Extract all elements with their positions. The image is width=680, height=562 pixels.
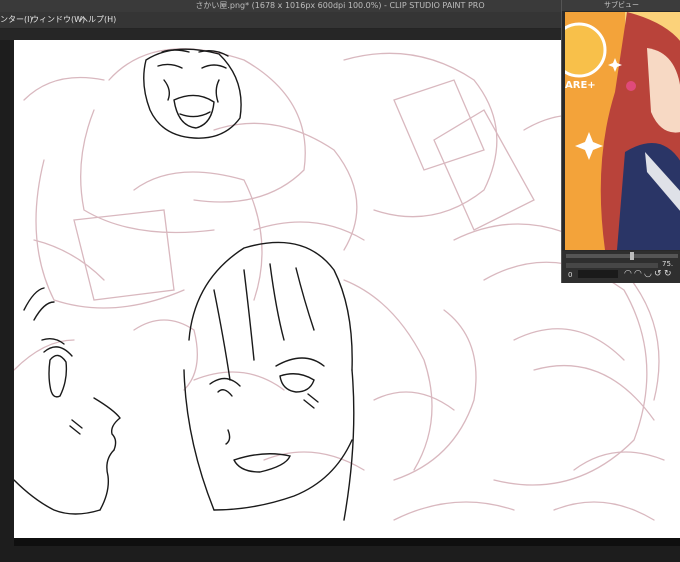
window-title: さかい屋.png* (1678 x 1016px 600dpi 100.0%) … (195, 1, 485, 10)
fit-view-icon[interactable]: ◡ (644, 269, 652, 279)
menu-item-printer[interactable]: ンター(I) (0, 12, 33, 28)
rotate-slider-track[interactable] (566, 263, 658, 268)
rotate-right-icon[interactable]: ↻ (664, 269, 672, 279)
reference-card-art: ARE+ (565, 12, 680, 250)
subview-title: サブビュー (562, 0, 680, 11)
rotate-left-icon[interactable]: ↺ (654, 269, 662, 279)
menu-item-window[interactable]: ウィンドウ(W) (31, 12, 85, 28)
zoom-value: 75. (662, 260, 674, 268)
rotation-value: 0 (568, 271, 573, 279)
zoom-out-icon[interactable]: ◠ (634, 269, 642, 279)
menu-item-help[interactable]: ヘルプ(H) (80, 12, 116, 28)
zoom-slider-handle[interactable] (630, 252, 634, 260)
subview-panel: サブビュー ARE+ 75. 0 ◠ ◠ ◡ ↺ ↻ (561, 0, 680, 283)
canvas-shadow (14, 538, 680, 546)
zoom-slider-track[interactable] (566, 254, 678, 258)
subview-reference-image[interactable]: ARE+ (565, 12, 680, 250)
subview-navigator-controls: 75. 0 ◠ ◠ ◡ ↺ ↻ (562, 251, 680, 283)
rotation-field[interactable] (578, 270, 618, 278)
zoom-in-icon[interactable]: ◠ (624, 269, 632, 279)
card-badge-text: ARE+ (565, 80, 596, 91)
